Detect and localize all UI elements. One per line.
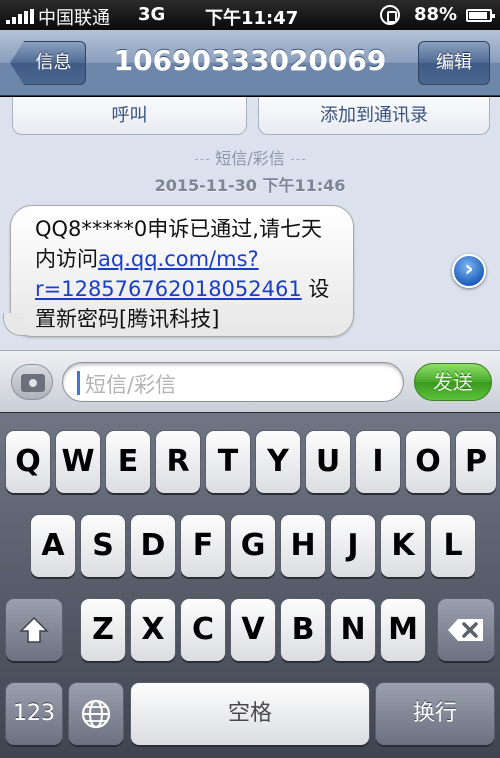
keyboard: Q W E R T Y U I O P A S D F G H J K L Z … <box>0 412 500 758</box>
conversation-title: 10690333020069 <box>113 44 387 77</box>
key-u[interactable]: U <box>306 431 350 493</box>
key-p[interactable]: P <box>456 431 496 493</box>
call-button[interactable]: 呼叫 <box>12 97 247 135</box>
key-g[interactable]: G <box>231 515 275 577</box>
message-composer: 短信/彩信 发送 <box>0 350 500 412</box>
message-input[interactable]: 短信/彩信 <box>62 362 404 402</box>
camera-icon[interactable] <box>11 364 53 400</box>
key-j[interactable]: J <box>331 515 375 577</box>
numbers-key[interactable]: 123 <box>6 683 62 745</box>
shift-key[interactable] <box>6 599 62 661</box>
back-button[interactable]: 信息 <box>10 41 86 85</box>
key-c[interactable]: C <box>181 599 225 661</box>
key-q[interactable]: Q <box>6 431 50 493</box>
send-button[interactable]: 发送 <box>414 363 492 401</box>
delete-icon <box>448 619 483 641</box>
key-v[interactable]: V <box>231 599 275 661</box>
signal-strength-icon <box>6 9 34 24</box>
key-t[interactable]: T <box>206 431 250 493</box>
key-x[interactable]: X <box>131 599 175 661</box>
navigation-bar: 信息 10690333020069 编辑 <box>0 30 500 96</box>
key-h[interactable]: H <box>281 515 325 577</box>
key-f[interactable]: F <box>181 515 225 577</box>
key-i[interactable]: I <box>356 431 400 493</box>
message-timestamp: 2015-11-30 下午11:46 <box>154 176 346 195</box>
message-type-label: 短信/彩信 <box>0 145 500 169</box>
key-e[interactable]: E <box>106 431 150 493</box>
return-key[interactable]: 换行 <box>376 683 494 745</box>
conversation-view[interactable]: 呼叫 添加到通讯录 短信/彩信 2015-11-30 下午11:46 QQ8**… <box>0 97 500 350</box>
space-key[interactable]: 空格 <box>131 683 369 745</box>
carrier-name: 中国联通 <box>38 8 110 29</box>
key-r[interactable]: R <box>156 431 200 493</box>
network-type: 3G <box>138 4 166 25</box>
text-caret <box>77 371 80 395</box>
key-d[interactable]: D <box>131 515 175 577</box>
edit-button[interactable]: 编辑 <box>418 41 490 85</box>
key-w[interactable]: W <box>56 431 100 493</box>
delete-key[interactable] <box>438 599 494 661</box>
key-a[interactable]: A <box>31 515 75 577</box>
message-bubble[interactable]: QQ8*****0申诉已通过,请七天内访问aq.qq.com/ms?r=1285… <box>3 205 354 337</box>
globe-key[interactable] <box>69 683 123 745</box>
status-time: 下午11:47 <box>205 8 299 29</box>
key-z[interactable]: Z <box>81 599 125 661</box>
key-n[interactable]: N <box>331 599 375 661</box>
key-m[interactable]: M <box>381 599 425 661</box>
key-b[interactable]: B <box>281 599 325 661</box>
key-o[interactable]: O <box>406 431 450 493</box>
key-k[interactable]: K <box>381 515 425 577</box>
status-bar: 中国联通 3G 下午11:47 88% <box>0 0 500 30</box>
forward-arrow-icon[interactable]: › <box>452 254 486 288</box>
rotation-lock-icon <box>380 5 400 25</box>
battery-icon <box>466 9 495 22</box>
key-l[interactable]: L <box>431 515 475 577</box>
battery-percentage: 88% <box>414 4 458 25</box>
shift-icon <box>19 616 49 643</box>
key-s[interactable]: S <box>81 515 125 577</box>
key-y[interactable]: Y <box>256 431 300 493</box>
add-to-contacts-button[interactable]: 添加到通讯录 <box>258 97 490 135</box>
message-input-placeholder: 短信/彩信 <box>85 373 177 397</box>
globe-icon <box>81 699 111 729</box>
